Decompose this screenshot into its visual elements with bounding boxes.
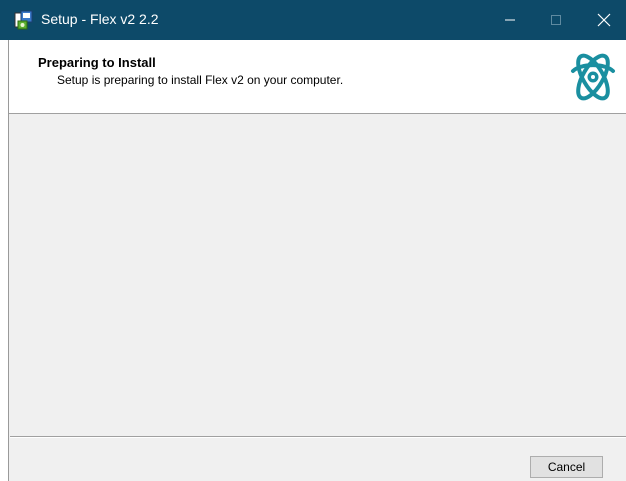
maximize-button[interactable]: [533, 0, 578, 40]
flex-atom-logo-icon: [565, 49, 621, 105]
maximize-icon: [550, 15, 561, 25]
minimize-button[interactable]: [487, 0, 532, 40]
close-icon: [597, 13, 610, 27]
page-subtitle: Setup is preparing to install Flex v2 on…: [57, 73, 344, 87]
wizard-footer: Cancel: [10, 438, 626, 481]
title-bar[interactable]: Setup - Flex v2 2.2: [0, 0, 626, 40]
window-left-edge: [0, 40, 9, 481]
cancel-button[interactable]: Cancel: [530, 456, 603, 478]
window-title: Setup - Flex v2 2.2: [41, 11, 159, 27]
close-button[interactable]: [581, 0, 626, 40]
installer-app-icon[interactable]: [13, 9, 35, 31]
wizard-content-area: [10, 114, 626, 436]
minimize-icon: [504, 19, 515, 21]
wizard-header: Preparing to Install Setup is preparing …: [9, 40, 626, 114]
page-title: Preparing to Install: [38, 55, 156, 70]
setup-window: Setup - Flex v2 2.2 Preparing to Install…: [0, 0, 626, 481]
